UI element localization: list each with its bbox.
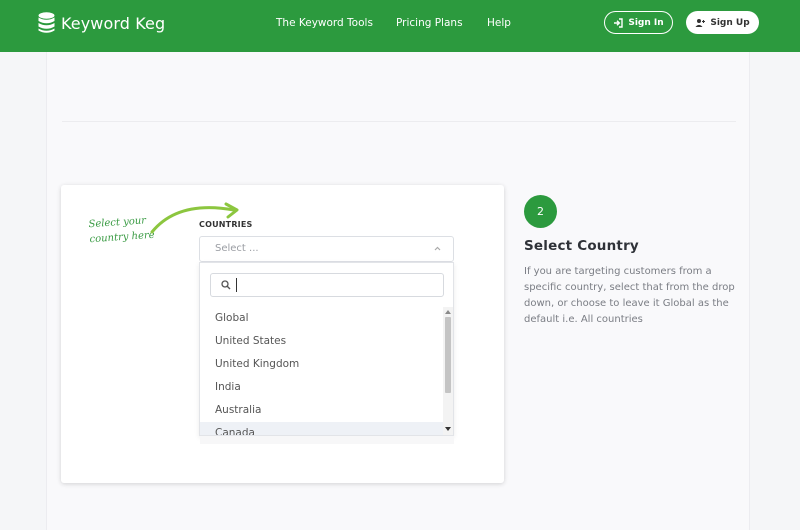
sign-in-icon — [614, 17, 624, 28]
search-icon — [221, 280, 231, 290]
sign-up-button[interactable]: Sign Up — [686, 11, 759, 34]
section-divider — [62, 121, 736, 122]
brand-logo[interactable]: Keyword Keg — [38, 12, 165, 34]
country-option-india[interactable]: India — [200, 376, 444, 399]
annotation-text: Select your country here — [88, 213, 155, 247]
step-number-badge: 2 — [524, 195, 557, 228]
select-placeholder: Select ... — [215, 243, 259, 254]
sign-up-label: Sign Up — [710, 17, 750, 28]
country-select[interactable]: Select ... — [199, 236, 454, 262]
chevron-up-icon — [434, 246, 441, 251]
country-option-australia[interactable]: Australia — [200, 399, 444, 422]
sign-in-button[interactable]: Sign In — [604, 11, 673, 34]
step-title: Select Country — [524, 238, 639, 254]
nav-help[interactable]: Help — [487, 17, 511, 29]
nav-pricing-plans[interactable]: Pricing Plans — [396, 17, 463, 29]
step-description: If you are targeting customers from a sp… — [524, 266, 735, 325]
country-option-united-states[interactable]: United States — [200, 330, 444, 353]
sign-in-label: Sign In — [628, 17, 664, 28]
scrollbar-thumb[interactable] — [445, 317, 451, 393]
country-option-global[interactable]: Global — [200, 307, 444, 330]
brand-name: Keyword Keg — [61, 13, 166, 33]
country-search-input[interactable] — [210, 273, 444, 297]
scroll-down-arrow-icon[interactable] — [445, 427, 451, 432]
nav-keyword-tools[interactable]: The Keyword Tools — [276, 17, 373, 29]
top-navbar: Keyword Keg The Keyword Tools Pricing Pl… — [0, 0, 800, 52]
country-option-united-kingdom[interactable]: United Kingdom — [200, 353, 444, 376]
text-caret — [236, 278, 237, 292]
user-plus-icon — [695, 18, 706, 27]
scroll-up-arrow-icon[interactable] — [445, 309, 451, 314]
country-option-canada[interactable]: Canada — [200, 422, 444, 435]
countries-label: COUNTRIES — [199, 220, 253, 229]
dropdown-shadow-block — [200, 436, 454, 444]
database-icon — [38, 12, 55, 33]
country-dropdown: Global United States United Kingdom Indi… — [199, 262, 454, 436]
